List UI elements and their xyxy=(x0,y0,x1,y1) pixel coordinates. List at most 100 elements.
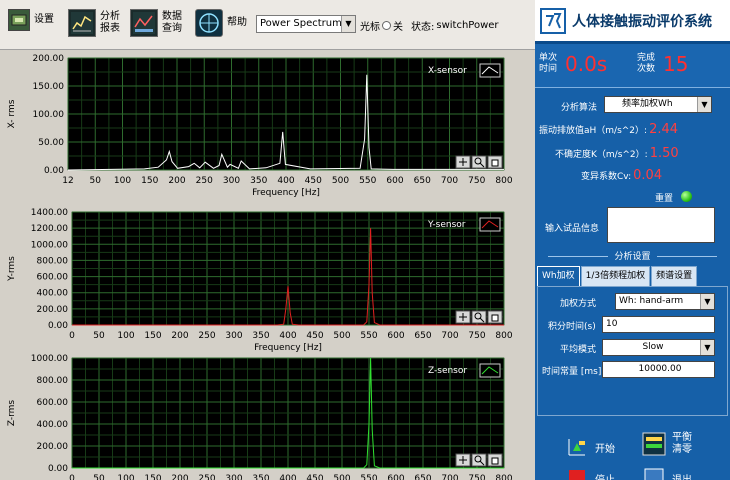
x-tick-label: 500 xyxy=(333,474,350,480)
chart-x-svg: 200.00 150.00 100.00 50.00 0.0012 50 100 150 200… xyxy=(7,54,513,198)
analysis-report-button[interactable]: 分析 报表 xyxy=(68,9,120,37)
start-label: 开始 xyxy=(595,443,615,455)
balance-zero-button[interactable]: 平衡 清零 xyxy=(642,432,692,456)
legend-label: Y-sensor xyxy=(427,220,466,230)
x-tick-label: 300 xyxy=(225,331,242,341)
x-tick-label: 650 xyxy=(414,331,431,341)
tab-wh-weight[interactable]: Wh加权 xyxy=(537,266,580,286)
chart-x: 200.00 150.00 100.00 50.00 0.00 12 50 100 150 200… xyxy=(0,50,535,200)
data-query-button[interactable]: 数据 查询 xyxy=(130,9,182,37)
x-tick-label: 350 xyxy=(252,331,269,341)
x-tick-label: 350 xyxy=(250,176,267,186)
x-tick-label: 750 xyxy=(468,176,485,186)
cursor-control: 光标 关 状态: switchPower xyxy=(360,18,499,33)
settings-button[interactable]: 设置 xyxy=(8,9,54,31)
tab-body: 加权方式 Wh: hand-arm ▼ 积分时间(s) 10 平均模式 Slow… xyxy=(537,286,728,416)
balance-icon xyxy=(642,432,666,456)
zoom-cursor-icon[interactable] xyxy=(455,310,471,324)
reset-led-button[interactable] xyxy=(681,191,692,202)
chevron-down-icon: ▼ xyxy=(697,97,711,112)
pan-hand-icon[interactable] xyxy=(487,453,503,467)
x-tick-label: 550 xyxy=(359,176,376,186)
tab-spectrum-settings[interactable]: 频谱设置 xyxy=(651,266,698,286)
x-tick-label: 100 xyxy=(117,331,134,341)
chevron-down-icon: ▼ xyxy=(700,294,714,309)
time-const-label: 时间常量 [ms] xyxy=(542,367,602,377)
x-tick-label: 250 xyxy=(198,331,215,341)
done-count-value: 15 xyxy=(663,52,689,76)
stop-button[interactable]: 停止 xyxy=(565,466,615,480)
ah-label: 振动排放值aH（m/s^2）: xyxy=(539,126,648,136)
pan-hand-icon[interactable] xyxy=(487,310,503,324)
right-panel: 人体接触振动评价系统 单次 时间 0.0s 完成 次数 15 分析算法 频率加权Wh… xyxy=(535,0,730,480)
weight-mode-value: Wh: hand-arm xyxy=(619,296,684,306)
k-row: 不确定度K（m/s^2）: 1.50 xyxy=(535,146,730,161)
x-tick-label: 350 xyxy=(252,474,269,480)
mode-select-value: Power Spectrum xyxy=(260,18,342,29)
pan-hand-icon[interactable] xyxy=(487,155,503,169)
x-tick-label: 250 xyxy=(198,474,215,480)
data-query-icon xyxy=(130,9,158,37)
pan-hand-icon-mark xyxy=(491,457,499,465)
cv-label: 变异系数Cv: xyxy=(581,172,632,182)
y-tick-label: 0.00 xyxy=(44,166,64,176)
weight-mode-label: 加权方式 xyxy=(560,299,597,309)
x-tick-label: 300 xyxy=(225,474,242,480)
time-const-input[interactable]: 10000.00 xyxy=(602,361,715,378)
x-tick-label: 450 xyxy=(306,331,323,341)
tab-octave-weight[interactable]: 1/3倍频程加权 xyxy=(580,266,651,286)
sample-info-input[interactable] xyxy=(607,207,715,243)
x-tick-label: 600 xyxy=(387,331,404,341)
x-tick-label: 150 xyxy=(144,331,161,341)
zoom-icon[interactable] xyxy=(471,310,487,324)
single-time-value: 0.0s xyxy=(565,52,608,76)
start-button[interactable]: 开始 xyxy=(565,435,615,459)
integration-time-input[interactable]: 10 xyxy=(602,316,715,333)
avg-mode-select[interactable]: Slow ▼ xyxy=(602,339,715,356)
exit-button[interactable]: 退出 xyxy=(642,466,692,480)
done-count-label: 完成 次数 xyxy=(637,53,656,74)
cursor-radio[interactable] xyxy=(382,21,391,30)
y-tick-label: 150.00 xyxy=(33,82,65,92)
x-tick-label: 200 xyxy=(171,474,188,480)
zoom-icon[interactable] xyxy=(471,155,487,169)
x-tick-label: 50 xyxy=(93,474,105,480)
zoom-cursor-icon[interactable] xyxy=(455,453,471,467)
algo-label: 分析算法 xyxy=(561,103,598,113)
mode-select[interactable]: Power Spectrum ▼ xyxy=(256,15,356,33)
x-tick-label: 50 xyxy=(93,331,105,341)
x-tick-label: 600 xyxy=(387,474,404,480)
exit-icon xyxy=(644,468,664,480)
settings-header-label: 分析设置 xyxy=(614,252,651,262)
x-tick-label: 800 xyxy=(495,331,512,341)
y-tick-label: 800.00 xyxy=(37,376,69,386)
x-tick-label: 700 xyxy=(441,176,458,186)
x-tick-label: 12 xyxy=(62,176,73,186)
chart-y: 1400.00 1200.00 1000.00 800.00 600.00 400.00 2… xyxy=(0,203,535,353)
help-button[interactable]: 帮助 xyxy=(195,9,247,37)
reset-label: 重置 xyxy=(655,194,674,204)
panel-header: 人体接触振动评价系统 xyxy=(535,0,730,44)
x-tick-label: 0 xyxy=(69,331,75,341)
weight-mode-select[interactable]: Wh: hand-arm ▼ xyxy=(615,293,715,310)
avg-mode-value: Slow xyxy=(642,342,664,352)
cursor-state: 关 xyxy=(393,22,403,33)
x-tick-label: 500 xyxy=(332,176,349,186)
x-tick-label: 600 xyxy=(386,176,403,186)
zoom-cursor-icon[interactable] xyxy=(455,155,471,169)
zoom-icon[interactable] xyxy=(471,453,487,467)
stop-icon xyxy=(569,470,585,480)
chart-z-svg: 1000.00 800.00 600.00 400.00 200.00 0.000 50 10… xyxy=(7,354,513,480)
x-axis-label: Frequency [Hz] xyxy=(252,188,320,198)
k-label: 不确定度K（m/s^2）: xyxy=(555,150,648,160)
balance-zero-label: 平衡 清零 xyxy=(672,432,692,455)
integration-time-label: 积分时间(s) xyxy=(548,322,596,332)
x-tick-label: 800 xyxy=(495,474,512,480)
algo-select[interactable]: 频率加权Wh ▼ xyxy=(604,96,712,113)
x-tick-label: 750 xyxy=(468,331,485,341)
x-tick-label: 150 xyxy=(141,176,158,186)
algo-select-value: 频率加权Wh xyxy=(622,99,673,109)
settings-tabs: Wh加权 1/3倍频程加权 频谱设置 xyxy=(537,266,728,286)
chevron-down-icon: ▼ xyxy=(700,340,714,355)
chart-y-svg: 1400.001200.001000.00800.00600.00400.002… xyxy=(7,208,513,353)
